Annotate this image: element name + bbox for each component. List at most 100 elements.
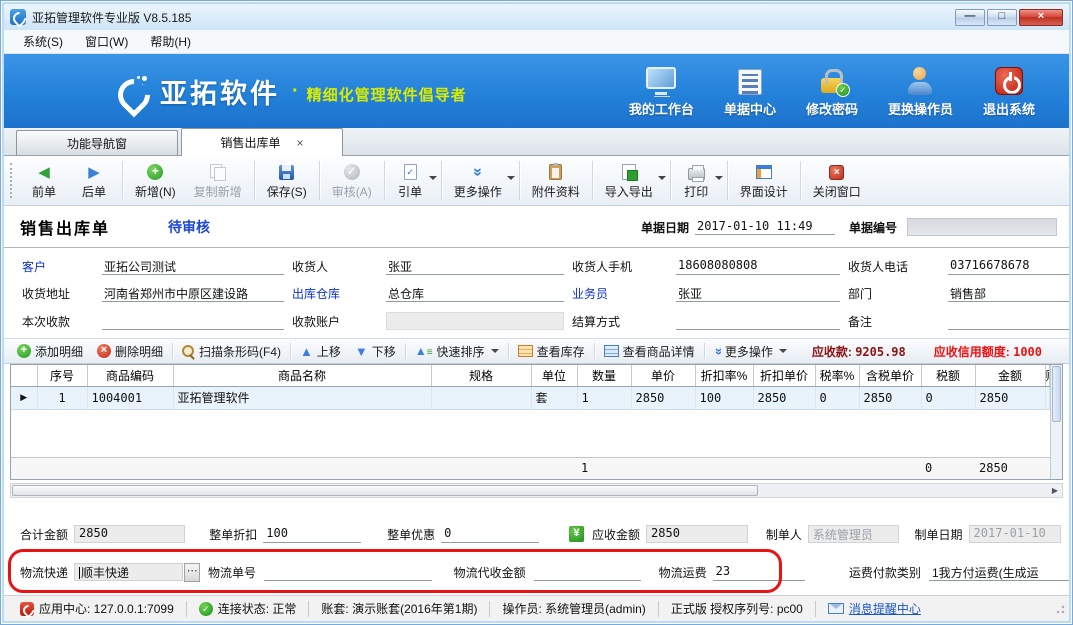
col-discount-rate[interactable]: 折扣率%	[695, 365, 753, 386]
freight-pay-type-field[interactable]: 1我方付运费(生成运	[929, 564, 1069, 581]
department-field[interactable]: 销售部	[948, 285, 1069, 302]
menu-system[interactable]: 系统(S)	[12, 30, 74, 53]
table-row[interactable]: ▶ 1 1004001 亚拓管理软件 套 1 2850 100 2850 0 2…	[11, 386, 1050, 409]
detail-more-actions-button[interactable]: « 更多操作	[707, 343, 794, 360]
col-tax[interactable]: 税额	[921, 365, 975, 386]
move-up-button[interactable]: ▲ 上移	[293, 343, 348, 360]
my-workbench-button[interactable]: 我的工作台	[629, 65, 694, 118]
copy-add-button[interactable]: 复制新增	[185, 156, 251, 205]
cell-tax-price[interactable]: 2850	[859, 386, 921, 409]
close-button[interactable]: ×	[1019, 9, 1063, 26]
doc-number-field[interactable]	[907, 218, 1057, 236]
mobile-field[interactable]: 18608080808	[676, 258, 840, 275]
cell-amount[interactable]: 2850	[975, 386, 1045, 409]
col-unit[interactable]: 单位	[531, 365, 577, 386]
import-export-button[interactable]: 导入导出	[596, 156, 667, 205]
cell-name[interactable]: 亚拓管理软件	[173, 386, 431, 409]
ui-design-button[interactable]: 界面设计	[731, 156, 797, 205]
horizontal-scrollbar[interactable]: ▶	[10, 483, 1063, 498]
warehouse-field[interactable]: 总仓库	[386, 285, 564, 302]
express-picker-button[interactable]: ⋯	[184, 563, 200, 582]
tracking-number-label: 物流单号	[208, 564, 256, 581]
delete-detail-button[interactable]: × 删除明细	[90, 343, 170, 360]
tracking-number-field[interactable]	[264, 564, 432, 581]
resize-grip[interactable]	[1055, 604, 1065, 614]
col-seq[interactable]: 序号	[37, 365, 87, 386]
cell-seq[interactable]: 1	[37, 386, 87, 409]
view-stock-button[interactable]: 查看库存	[511, 343, 592, 360]
message-center-link[interactable]: 消息提醒中心	[815, 601, 933, 617]
order-promo-field[interactable]: 0	[441, 526, 539, 543]
cell-tax-rate[interactable]: 0	[815, 386, 859, 409]
audit-button[interactable]: ✓ 审核(A)	[323, 156, 381, 205]
receivable-amount-field[interactable]: 2850	[646, 525, 748, 543]
settlement-field[interactable]	[676, 313, 840, 330]
col-amount[interactable]: 金额	[975, 365, 1045, 386]
pull-doc-button[interactable]: ✓ 引单	[388, 156, 438, 205]
col-discount-price[interactable]: 折扣单价	[753, 365, 815, 386]
horizontal-scrollbar-thumb[interactable]	[12, 485, 758, 496]
switch-operator-button[interactable]: 更换操作员	[888, 65, 953, 118]
cell-spec[interactable]	[431, 386, 531, 409]
order-discount-field[interactable]: 100	[263, 526, 361, 543]
salesman-label[interactable]: 业务员	[572, 285, 668, 302]
cell-price[interactable]: 2850	[631, 386, 695, 409]
consignee-field[interactable]: 张亚	[386, 258, 564, 275]
remark-field[interactable]	[948, 313, 1069, 330]
move-down-button[interactable]: ▼ 下移	[348, 343, 403, 360]
col-code[interactable]: 商品编码	[87, 365, 173, 386]
minimize-button[interactable]: —	[955, 9, 985, 26]
col-tax-rate[interactable]: 税率%	[815, 365, 859, 386]
freight-field[interactable]: 23	[713, 564, 805, 581]
tab-close-icon[interactable]: ×	[297, 137, 304, 149]
col-name[interactable]: 商品名称	[173, 365, 431, 386]
tab-function-nav[interactable]: 功能导航窗	[16, 130, 178, 155]
total-amount-field[interactable]: 2850	[74, 525, 185, 543]
save-button[interactable]: 保存(S)	[258, 156, 316, 205]
vertical-scrollbar[interactable]	[1050, 365, 1062, 479]
doc-date-field[interactable]: 2017-01-10 11:49	[695, 219, 835, 235]
col-gift[interactable]: 赠	[1045, 365, 1050, 386]
cell-discount-rate[interactable]: 100	[695, 386, 753, 409]
scroll-right-arrow-icon[interactable]: ▶	[1048, 484, 1062, 497]
attachments-button[interactable]: 附件资料	[523, 156, 589, 205]
col-qty[interactable]: 数量	[577, 365, 631, 386]
cell-tax[interactable]: 0	[921, 386, 975, 409]
tab-sales-outbound[interactable]: 销售出库单 ×	[181, 128, 343, 156]
menu-window[interactable]: 窗口(W)	[74, 30, 139, 53]
scan-barcode-button[interactable]: 扫描条形码(F4)	[175, 343, 288, 360]
close-window-button[interactable]: × 关闭窗口	[804, 156, 870, 205]
account-field[interactable]	[386, 312, 564, 330]
next-doc-button[interactable]: ▶ 后单	[69, 156, 119, 205]
document-center-button[interactable]: 单据中心	[724, 65, 776, 118]
print-button[interactable]: 打印	[674, 156, 724, 205]
maximize-button[interactable]: □	[987, 9, 1017, 26]
salesman-field[interactable]: 张亚	[676, 285, 840, 302]
prev-doc-button[interactable]: ◀ 前单	[19, 156, 69, 205]
phone-field[interactable]: 03716678678	[948, 258, 1069, 275]
col-spec[interactable]: 规格	[431, 365, 531, 386]
cell-qty[interactable]: 1	[577, 386, 631, 409]
customer-field[interactable]: 亚拓公司测试	[102, 258, 284, 275]
change-password-button[interactable]: ✓ 修改密码	[806, 65, 858, 118]
more-actions-button[interactable]: « 更多操作	[445, 156, 516, 205]
quick-sort-button[interactable]: ▲≡ 快速排序	[408, 343, 506, 360]
cod-amount-field[interactable]	[534, 564, 641, 581]
exit-system-button[interactable]: 退出系统	[983, 65, 1035, 118]
logistics-express-field[interactable]: 顺丰快递	[74, 563, 183, 581]
col-tax-price[interactable]: 含税单价	[859, 365, 921, 386]
address-field[interactable]: 河南省郑州市中原区建设路	[102, 285, 284, 302]
cell-gift[interactable]	[1045, 386, 1050, 409]
add-new-button[interactable]: + 新增(N)	[126, 156, 185, 205]
col-price[interactable]: 单价	[631, 365, 695, 386]
cell-unit[interactable]: 套	[531, 386, 577, 409]
menu-help[interactable]: 帮助(H)	[139, 30, 202, 53]
payment-field[interactable]	[102, 313, 284, 330]
warehouse-label[interactable]: 出库仓库	[292, 285, 378, 302]
add-detail-button[interactable]: + 添加明细	[10, 343, 90, 360]
cell-discount-price[interactable]: 2850	[753, 386, 815, 409]
customer-label[interactable]: 客户	[22, 258, 94, 275]
cell-code[interactable]: 1004001	[87, 386, 173, 409]
vertical-scrollbar-thumb[interactable]	[1052, 366, 1061, 422]
view-product-detail-button[interactable]: 查看商品详情	[597, 343, 702, 360]
